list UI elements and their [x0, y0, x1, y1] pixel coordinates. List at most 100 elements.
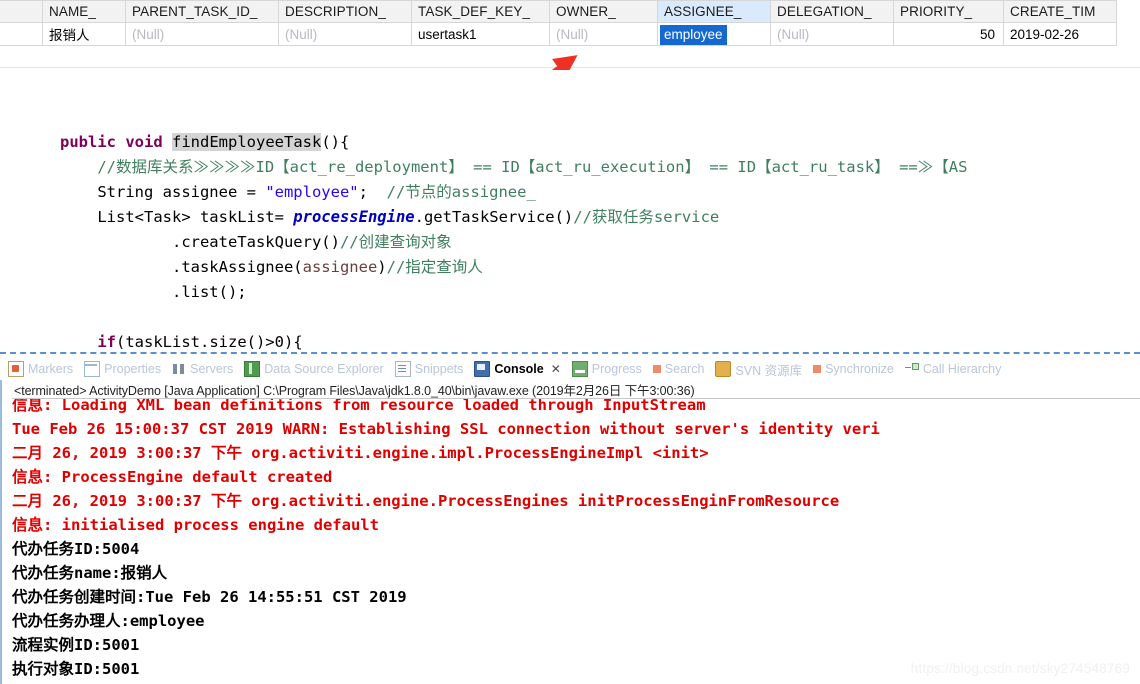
view-tab-bar[interactable]: Markers Properties Servers Data Source Expl…	[0, 358, 1140, 380]
code-line[interactable]: String assignee = "employee"; //节点的assig…	[60, 180, 967, 205]
data-source-explorer-icon	[244, 361, 261, 377]
cell-priority[interactable]: 50	[893, 22, 1004, 46]
synchronize-icon	[813, 365, 822, 373]
console-line: 代办任务name:报销人	[12, 564, 168, 582]
console-line: 信息: ProcessEngine default created	[12, 468, 333, 486]
cell-owner[interactable]: (Null)	[549, 22, 658, 46]
code-token-kw: if	[97, 333, 116, 351]
tab-data-source-explorer[interactable]: Data Source Explorer	[244, 361, 384, 377]
table-row[interactable]: 报销人 (Null) (Null) usertask1 (Null) emplo…	[0, 22, 1117, 46]
grid-bottom-divider	[0, 67, 1140, 68]
tab-synchronize[interactable]: Synchronize	[813, 362, 894, 376]
assignee-selection-chip[interactable]: employee	[660, 25, 727, 45]
cell-assignee-selected[interactable]: employee	[657, 22, 771, 46]
tab-progress[interactable]: Progress	[571, 361, 642, 377]
cell-task-def-key[interactable]: usertask1	[411, 22, 550, 46]
database-result-grid[interactable]: NAME_ PARENT_TASK_ID_ DESCRIPTION_ TASK_DEF…	[0, 0, 1140, 68]
tab-call-hierarchy[interactable]: Call Hierarchy	[904, 362, 1002, 376]
console-line: 二月 26, 2019 3:00:37 下午 org.activiti.engi…	[12, 492, 840, 510]
column-header-priority[interactable]: PRIORITY_	[893, 0, 1004, 23]
tab-label: SVN 资源库	[735, 363, 803, 378]
tab-markers[interactable]: Markers	[8, 361, 73, 377]
code-lines-container[interactable]: public void findEmployeeTask(){ //数据库关系≫…	[60, 130, 967, 352]
table-body[interactable]: 报销人 (Null) (Null) usertask1 (Null) emplo…	[0, 22, 1117, 46]
cell-description[interactable]: (Null)	[278, 22, 412, 46]
code-token-cmt: //数据库关系≫≫≫≫ID【act_re_deployment】 == ID【a…	[60, 158, 968, 176]
cell-parent-task-id[interactable]: (Null)	[125, 22, 279, 46]
java-code-editor[interactable]: public void findEmployeeTask(){ //数据库关系≫…	[0, 70, 1140, 352]
column-header-name[interactable]: NAME_	[42, 0, 126, 23]
code-line[interactable]: if(taskList.size()>0){	[60, 330, 967, 352]
console-line: 二月 26, 2019 3:00:37 下午 org.activiti.engi…	[12, 444, 709, 462]
tab-search[interactable]: Search	[652, 362, 705, 376]
call-hierarchy-icon	[904, 362, 919, 376]
snippets-icon	[394, 361, 411, 377]
column-header-task-def-key[interactable]: TASK_DEF_KEY_	[411, 0, 550, 23]
code-line[interactable]: .createTaskQuery()//创建查询对象	[60, 230, 967, 255]
console-line: 信息: initialised process engine default	[12, 516, 379, 534]
svn-repository-icon	[715, 361, 732, 377]
console-line: 代办任务创建时间:Tue Feb 26 14:55:51 CST 2019	[12, 588, 407, 606]
result-table[interactable]: NAME_ PARENT_TASK_ID_ DESCRIPTION_ TASK_DEF…	[0, 0, 1117, 46]
code-token-plain: String assignee =	[60, 183, 266, 201]
blog-watermark: https://blog.csdn.net/sky274548769	[910, 661, 1130, 676]
launch-status-line: <terminated> ActivityDemo [Java Applicat…	[14, 384, 695, 398]
console-line: Tue Feb 26 15:00:37 CST 2019 WARN: Estab…	[12, 420, 880, 438]
tab-servers[interactable]: Servers	[172, 362, 233, 376]
console-left-rail	[0, 380, 4, 684]
tab-properties[interactable]: Properties	[84, 361, 161, 377]
column-header-parent-task-id[interactable]: PARENT_TASK_ID_	[125, 0, 279, 23]
console-view-panel[interactable]: Markers Properties Servers Data Source Expl…	[0, 352, 1140, 684]
code-token-plain: List<Task> taskList=	[60, 208, 294, 226]
console-line: 信息: Loading XML bean definitions from re…	[12, 399, 706, 414]
code-token-str: "employee"	[265, 183, 359, 201]
code-line[interactable]: .list();	[60, 280, 967, 305]
code-line[interactable]: public void findEmployeeTask(){	[60, 130, 967, 155]
progress-icon	[571, 361, 588, 377]
console-icon	[474, 361, 491, 377]
column-header-description[interactable]: DESCRIPTION_	[278, 0, 412, 23]
code-line[interactable]: //数据库关系≫≫≫≫ID【act_re_deployment】 == ID【a…	[60, 155, 967, 180]
code-token-kw: void	[125, 133, 172, 151]
code-token-plain: )	[377, 258, 387, 276]
tab-label: Search	[664, 362, 705, 376]
tab-label: Snippets	[414, 362, 464, 376]
column-header-assignee[interactable]: ASSIGNEE_	[657, 0, 771, 23]
code-line[interactable]: .taskAssignee(assignee)//指定查询人	[60, 255, 967, 280]
code-token-plain: .getTaskService()	[414, 208, 574, 226]
row-number-header[interactable]	[0, 0, 43, 23]
markers-icon	[8, 361, 24, 377]
close-icon[interactable]: ✕	[551, 362, 561, 376]
code-token-plain: (taskList.size()>0){	[116, 333, 303, 351]
column-header-delegation[interactable]: DELEGATION_	[770, 0, 894, 23]
code-token-plain: .list();	[60, 283, 247, 301]
tab-label: Progress	[591, 362, 642, 376]
panel-resize-sash[interactable]	[0, 352, 1140, 357]
code-token-cmt: //指定查询人	[386, 258, 483, 276]
servers-icon	[172, 362, 186, 376]
column-header-create-tim[interactable]: CREATE_TIM	[1003, 0, 1117, 23]
header-row: NAME_ PARENT_TASK_ID_ DESCRIPTION_ TASK_DEF…	[0, 0, 1117, 23]
code-token-plain: ;	[358, 183, 387, 201]
cell-delegation[interactable]: (Null)	[770, 22, 894, 46]
tab-label: Call Hierarchy	[922, 362, 1002, 376]
console-output-area[interactable]: <terminated> ActivityDemo [Java Applicat…	[0, 380, 1140, 684]
code-token-fld: processEngine	[293, 208, 415, 226]
row-number-cell[interactable]	[0, 22, 43, 46]
cell-name[interactable]: 报销人	[42, 22, 126, 46]
code-token-kw: public	[60, 133, 126, 151]
code-token-lvar: assignee	[302, 258, 378, 276]
tab-svn-资源库[interactable]: SVN 资源库	[715, 360, 802, 379]
console-text-output[interactable]: 信息: Loading XML bean definitions from re…	[12, 399, 1140, 684]
tab-label: Properties	[104, 362, 162, 376]
column-header-owner[interactable]: OWNER_	[549, 0, 658, 23]
cell-create-time[interactable]: 2019-02-26	[1003, 22, 1117, 46]
console-line: 代办任务ID:5004	[12, 540, 140, 558]
console-line: 代办任务办理人:employee	[12, 612, 205, 630]
tab-console[interactable]: Console ✕	[474, 361, 561, 377]
tab-label: Markers	[28, 362, 74, 376]
code-line[interactable]: List<Task> taskList= processEngine.getTa…	[60, 205, 967, 230]
tab-snippets[interactable]: Snippets	[394, 361, 464, 377]
code-line[interactable]	[60, 305, 967, 330]
tab-label: Console	[494, 362, 544, 376]
